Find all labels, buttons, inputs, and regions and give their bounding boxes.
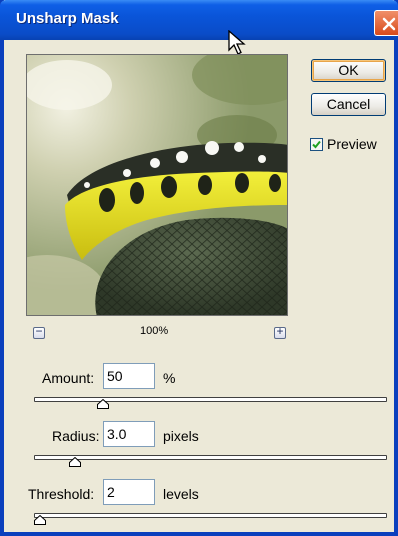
zoom-out-button[interactable]: −	[33, 324, 45, 339]
amount-slider-thumb[interactable]	[97, 399, 110, 409]
threshold-slider-thumb[interactable]	[33, 515, 46, 525]
close-icon	[382, 17, 396, 31]
close-button[interactable]	[374, 10, 398, 36]
zoom-level: 100%	[140, 325, 169, 337]
radius-unit: pixels	[163, 428, 199, 444]
radius-input[interactable]: 3.0	[103, 421, 155, 447]
amount-unit: %	[163, 370, 176, 386]
preview-image[interactable]	[26, 54, 288, 316]
snake-preview-picture	[27, 55, 287, 315]
preview-checkbox-label[interactable]: Preview	[327, 136, 377, 152]
amount-label: Amount:	[42, 370, 95, 386]
amount-input[interactable]: 50	[103, 363, 155, 389]
radius-slider-thumb[interactable]	[68, 457, 81, 467]
window-title: Unsharp Mask	[16, 10, 119, 27]
threshold-slider-track[interactable]	[34, 513, 387, 518]
radius-label: Radius:	[52, 428, 100, 444]
plus-icon: +	[276, 324, 284, 338]
threshold-label: Threshold:	[28, 486, 95, 502]
checkmark-icon	[312, 140, 321, 149]
minus-icon: −	[35, 324, 43, 338]
zoom-in-button[interactable]: +	[274, 324, 286, 339]
preview-checkbox[interactable]	[310, 138, 323, 151]
threshold-input[interactable]: 2	[103, 479, 155, 505]
threshold-unit: levels	[163, 486, 199, 502]
amount-slider-track[interactable]	[34, 397, 387, 402]
ok-button[interactable]: OK	[311, 59, 386, 82]
cancel-button[interactable]: Cancel	[311, 93, 386, 116]
radius-slider-track[interactable]	[34, 455, 387, 460]
title-bar[interactable]: Unsharp Mask	[0, 0, 398, 40]
